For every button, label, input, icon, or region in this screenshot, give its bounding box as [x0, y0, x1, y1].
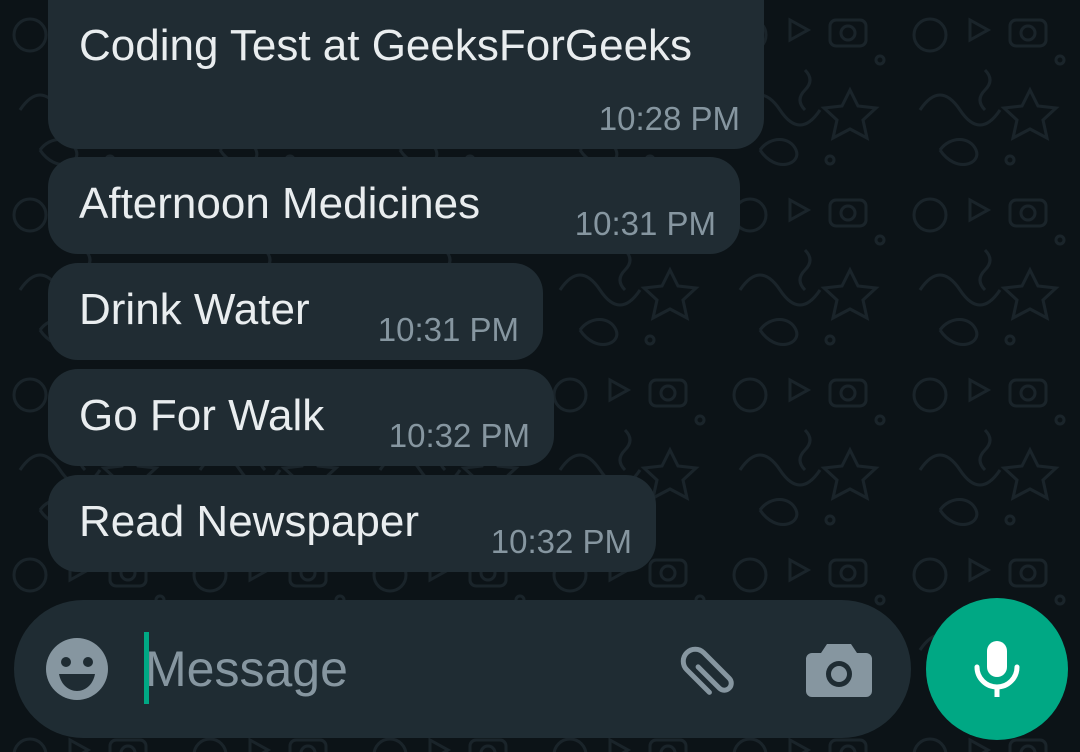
- message-text: Drink Water: [79, 285, 310, 334]
- camera-icon: [806, 644, 872, 697]
- camera-button[interactable]: [804, 636, 874, 702]
- message-timestamp: 10:32 PM: [388, 417, 530, 454]
- message-text: Coding Test at GeeksForGeeks: [79, 21, 693, 70]
- message-timestamp: 10:31 PM: [377, 311, 519, 348]
- message-bubble[interactable]: Drink Water 10:31 PM: [48, 263, 543, 360]
- message-timestamp: 10:28 PM: [598, 100, 740, 137]
- message-bubble[interactable]: Coding Test at GeeksForGeeks 10:28 PM: [48, 0, 764, 149]
- emoji-button[interactable]: [44, 636, 110, 702]
- message-bubble[interactable]: Read Newspaper 10:32 PM: [48, 475, 656, 572]
- microphone-icon: [974, 641, 1020, 697]
- message-bubble[interactable]: Go For Walk 10:32 PM: [48, 369, 554, 466]
- message-timestamp: 10:31 PM: [574, 205, 716, 242]
- voice-record-button[interactable]: [926, 598, 1068, 740]
- message-list[interactable]: Coding Test at GeeksForGeeks 10:28 PM Af…: [0, 0, 1080, 600]
- emoji-icon: [46, 638, 108, 700]
- attach-button[interactable]: [670, 636, 746, 712]
- message-text: Afternoon Medicines: [79, 179, 481, 228]
- message-text: Read Newspaper: [79, 497, 419, 546]
- message-timestamp: 10:32 PM: [490, 523, 632, 560]
- message-composer: [14, 600, 911, 738]
- message-bubble[interactable]: Afternoon Medicines 10:31 PM: [48, 157, 740, 254]
- message-input[interactable]: [145, 636, 645, 702]
- message-text: Go For Walk: [79, 391, 325, 440]
- paperclip-icon: [680, 646, 734, 695]
